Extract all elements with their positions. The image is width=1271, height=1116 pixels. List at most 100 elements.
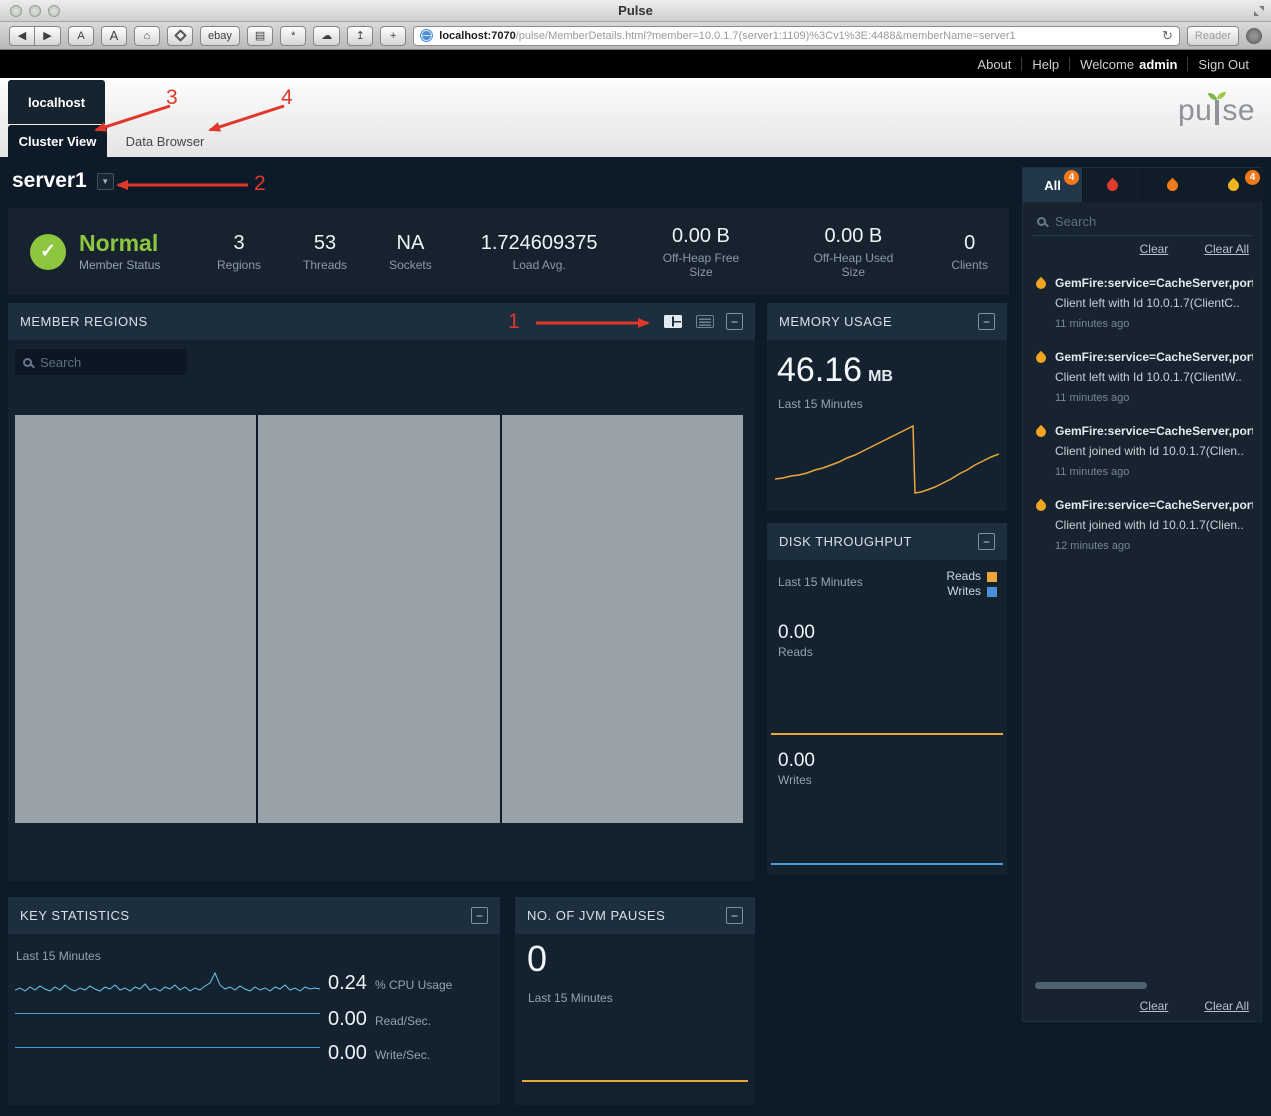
metric-threads: 53Threads — [282, 232, 368, 272]
warning-count-badge: 4 — [1245, 170, 1260, 185]
home-button[interactable]: ⌂ — [134, 26, 160, 46]
tag-bookmarklet-button[interactable] — [167, 26, 193, 46]
tab-data-browser[interactable]: Data Browser — [107, 125, 223, 157]
collapse-panel-button[interactable]: − — [978, 533, 995, 550]
sign-out-link[interactable]: Sign Out — [1188, 57, 1259, 72]
jvm-pauses-value: 0 — [527, 941, 547, 977]
collapse-panel-button[interactable]: − — [471, 907, 488, 924]
member-dropdown-button[interactable]: ▼ — [97, 173, 114, 190]
jvm-pauses-panel: NO. OF JVM PAUSES − 0 Last 15 Minutes — [515, 897, 755, 1105]
member-regions-header: MEMBER REGIONS − — [8, 303, 755, 340]
member-title: server1 ▼ — [12, 169, 114, 193]
cpu-sparkline-chart — [15, 967, 320, 1001]
writes-swatch-icon — [987, 587, 997, 597]
icloud-tabs-button[interactable]: ☁ — [313, 26, 340, 46]
notification-item[interactable]: GemFire:service=CacheServer,port=404 Cli… — [1023, 268, 1261, 342]
notif-tab-error[interactable] — [1143, 168, 1203, 202]
forward-button[interactable]: ▶ — [35, 26, 61, 46]
about-link[interactable]: About — [967, 57, 1021, 72]
help-link[interactable]: Help — [1022, 57, 1069, 72]
panel-title: DISK THROUGHPUT — [779, 534, 912, 549]
metric-clients: 0Clients — [930, 232, 1009, 272]
treemap-view-icon[interactable] — [664, 315, 682, 328]
address-bar[interactable]: localhost:7070/pulse/MemberDetails.html?… — [413, 26, 1180, 46]
notification-message: Client joined with Id 10.0.1.7(Clien.. — [1055, 518, 1253, 532]
status-check-icon: ✓ — [30, 234, 66, 270]
notification-search-input[interactable] — [1055, 214, 1247, 229]
notif-tab-severe[interactable] — [1083, 168, 1143, 202]
ebay-bookmarklet-button[interactable]: ebay — [200, 26, 240, 46]
notification-title: GemFire:service=CacheServer,port=404 — [1055, 424, 1253, 438]
notification-title: GemFire:service=CacheServer,port=404 — [1055, 350, 1253, 364]
notification-search-box — [1033, 208, 1251, 236]
clear-link[interactable]: Clear — [1140, 242, 1169, 256]
notif-tab-warning[interactable]: 4 — [1203, 168, 1263, 202]
font-smaller-button[interactable]: A — [68, 26, 94, 46]
grid-view-icon[interactable] — [696, 315, 714, 328]
region-search-input[interactable] — [40, 355, 179, 370]
clear-all-link[interactable]: Clear All — [1204, 242, 1249, 256]
jvm-chart-line — [522, 1080, 748, 1082]
window-titlebar: Pulse — [0, 0, 1271, 22]
collapse-panel-button[interactable]: − — [726, 907, 743, 924]
status-label: Member Status — [79, 258, 160, 272]
alert-flame-icon — [1034, 499, 1048, 513]
annotation-number-2: 2 — [254, 172, 266, 196]
region-treemap — [15, 415, 743, 823]
error-flame-icon — [1165, 177, 1181, 193]
window-title: Pulse — [0, 3, 1271, 18]
clear-all-link[interactable]: Clear All — [1204, 999, 1249, 1013]
search-icon — [1037, 217, 1046, 226]
writes-label: Writes — [778, 773, 812, 787]
notification-time: 12 minutes ago — [1055, 540, 1253, 552]
font-larger-button[interactable]: A — [101, 26, 127, 46]
memory-usage-panel: MEMORY USAGE − 46.16MB Last 15 Minutes — [767, 303, 1007, 511]
tab-cluster-view[interactable]: Cluster View — [8, 125, 107, 157]
reload-icon[interactable]: ↻ — [1162, 28, 1173, 44]
share-button[interactable]: ↥ — [347, 26, 373, 46]
url-text: localhost:7070/pulse/MemberDetails.html?… — [439, 30, 1156, 42]
reads-label: Reads — [778, 645, 813, 659]
metric-offheap-used: 0.00 BOff-Heap Used Size — [776, 225, 930, 279]
notification-item[interactable]: GemFire:service=CacheServer,port=404 Cli… — [1023, 342, 1261, 416]
notification-item[interactable]: GemFire:service=CacheServer,port=404 Cli… — [1023, 416, 1261, 490]
notification-item[interactable]: GemFire:service=CacheServer,port=404 Cli… — [1023, 490, 1261, 564]
back-button[interactable]: ◀ — [9, 26, 35, 46]
alert-flame-icon — [1034, 425, 1048, 439]
notification-time: 11 minutes ago — [1055, 466, 1253, 478]
extension-disc-icon[interactable] — [1246, 28, 1262, 44]
notification-scrollbar-thumb[interactable] — [1035, 982, 1147, 989]
member-status-bar: ✓ Normal Member Status 3Regions 53Thread… — [8, 208, 1009, 295]
alert-flame-icon — [1034, 351, 1048, 365]
snowflake-extension-button[interactable]: * — [280, 26, 306, 46]
region-search-box — [15, 349, 187, 375]
metric-sockets: NASockets — [368, 232, 453, 272]
new-tab-button[interactable]: + — [380, 26, 406, 46]
host-tab-localhost[interactable]: localhost — [8, 80, 105, 124]
fullscreen-icon[interactable] — [1254, 6, 1264, 16]
nav-buttons: ◀ ▶ — [9, 26, 61, 46]
memory-window-label: Last 15 Minutes — [778, 397, 863, 411]
clear-link[interactable]: Clear — [1140, 999, 1169, 1013]
region-block-2[interactable] — [258, 415, 499, 823]
clip-bookmarklet-button[interactable]: ▤ — [247, 26, 273, 46]
collapse-panel-button[interactable]: − — [726, 313, 743, 330]
region-block-1[interactable] — [15, 415, 256, 823]
write-sec-stat: 0.00Write/Sec. — [328, 1043, 430, 1063]
read-chart-line — [15, 1013, 320, 1014]
reader-button[interactable]: Reader — [1187, 26, 1239, 46]
collapse-panel-button[interactable]: − — [978, 313, 995, 330]
panel-title: KEY STATISTICS — [20, 908, 130, 923]
notification-message: Client left with Id 10.0.1.7(ClientC.. — [1055, 296, 1253, 310]
writes-chart-line — [771, 863, 1003, 865]
disk-window-label: Last 15 Minutes — [778, 575, 863, 589]
legend-writes-label: Writes — [947, 584, 981, 599]
notif-tab-all[interactable]: All 4 — [1023, 168, 1083, 202]
status-value: Normal — [79, 232, 160, 255]
disk-throughput-panel: DISK THROUGHPUT − Last 15 Minutes Reads … — [767, 523, 1007, 875]
notification-list: GemFire:service=CacheServer,port=404 Cli… — [1023, 268, 1261, 564]
search-icon — [23, 358, 32, 367]
region-block-3[interactable] — [502, 415, 743, 823]
username: admin — [1139, 57, 1177, 72]
reads-chart-line — [771, 733, 1003, 735]
